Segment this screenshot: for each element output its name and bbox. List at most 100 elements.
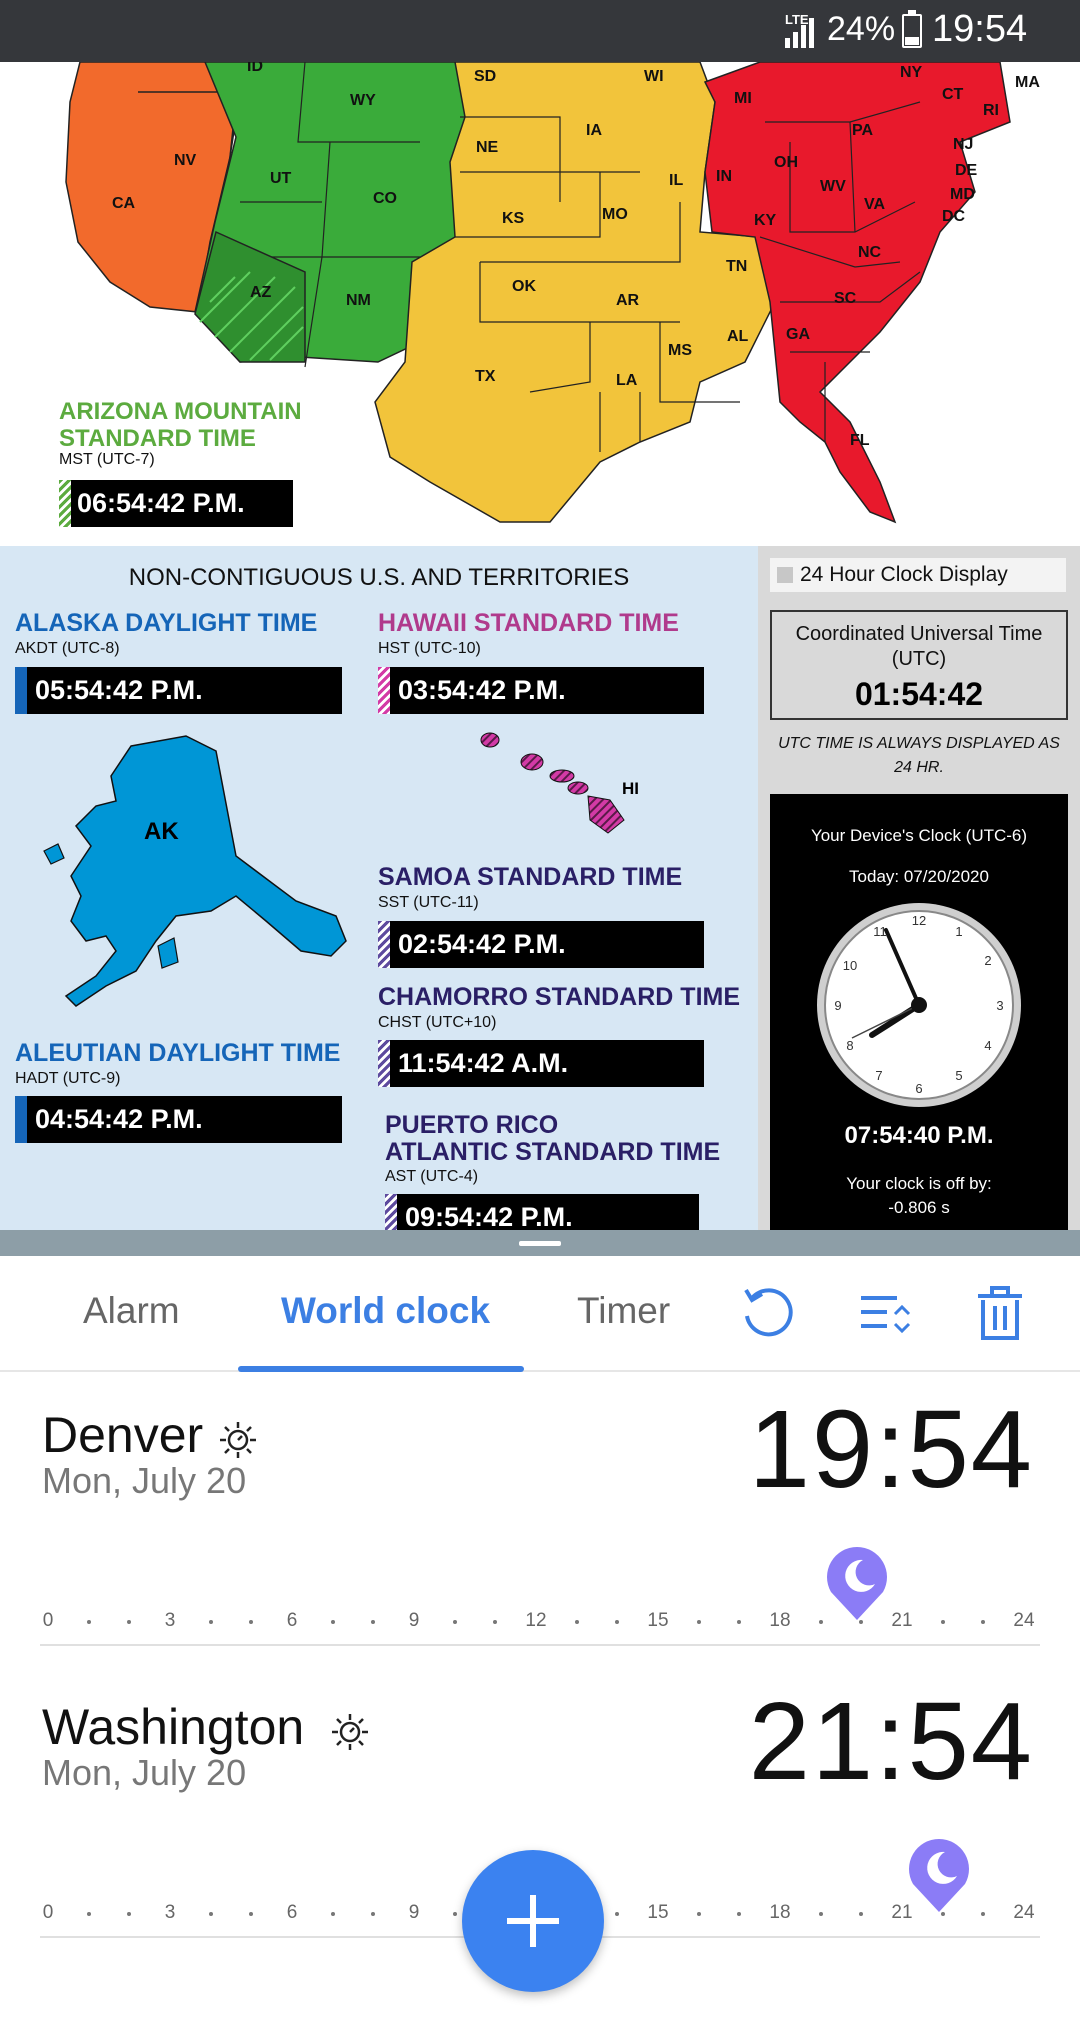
svg-text:2: 2 (984, 953, 991, 968)
svg-text:7: 7 (875, 1068, 882, 1083)
refresh-icon[interactable] (738, 1284, 798, 1344)
hour-tick-label: 15 (647, 1902, 669, 1923)
territories-panel: NON-CONTIGUOUS U.S. AND TERRITORIES ALAS… (0, 546, 758, 1230)
state-label: NE (476, 139, 499, 156)
chamorro-title: CHAMORRO STANDARD TIME (378, 983, 741, 1011)
add-city-button[interactable] (462, 1850, 604, 1992)
state-label: DC (942, 208, 966, 225)
state-label: AZ (250, 284, 272, 301)
svg-text:5: 5 (955, 1068, 962, 1083)
city-date: Mon, July 20 (42, 1460, 247, 1501)
hour-dot (981, 1620, 986, 1624)
hour-dot (330, 1912, 335, 1916)
puerto-rico-title: PUERTO RICO ATLANTIC STANDARD TIME (385, 1111, 721, 1166)
state-label: WV (820, 178, 846, 195)
24-hour-toggle[interactable]: 24 Hour Clock Display (770, 558, 1066, 592)
device-date: Today: 07/20/2020 (849, 867, 989, 886)
tab-timer[interactable]: Timer (577, 1290, 670, 1332)
svg-text:8: 8 (846, 1038, 853, 1053)
hour-tick-label: 21 (891, 1610, 913, 1631)
hour-tick-label: 12 (525, 1610, 547, 1631)
hour-dot (371, 1620, 376, 1624)
hour-dot (86, 1620, 91, 1624)
offset-value: -0.806 s (888, 1198, 950, 1217)
hour-dot (818, 1912, 823, 1916)
state-label: AR (616, 292, 640, 309)
hour-tick-label: 18 (769, 1610, 791, 1631)
state-label: NM (346, 292, 371, 309)
city-row-denver[interactable]: Denver Mon, July 20 19:54 0 3 6 9 12 15 18 21 24 (0, 1388, 1080, 1698)
device-time: 07:54:40 P.M. (844, 1122, 994, 1149)
sort-icon[interactable] (855, 1284, 915, 1344)
svg-text:10: 10 (843, 958, 857, 973)
svg-text:9: 9 (834, 998, 841, 1013)
alaska-abbr: AKDT (UTC-8) (15, 640, 120, 657)
offset-label: Your clock is off by: (846, 1174, 992, 1193)
utc-side-panel: 24 Hour Clock Display Coordinated Univer… (758, 546, 1080, 1230)
state-label: CT (942, 86, 964, 103)
tab-bar: Alarm World clock Timer (0, 1256, 1080, 1372)
svg-text:3: 3 (996, 998, 1003, 1013)
hour-dot (574, 1620, 579, 1624)
hawaii-abbr: HST (UTC-10) (378, 640, 481, 657)
state-label: NJ (953, 136, 974, 153)
territories-heading: NON-CONTIGUOUS U.S. AND TERRITORIES (128, 564, 630, 591)
hawaii-title: HAWAII STANDARD TIME (378, 609, 679, 637)
hour-tick-label: 24 (1013, 1610, 1035, 1631)
aleutian-time: 04:54:42 P.M. (15, 1096, 342, 1143)
sun-icon (220, 1422, 256, 1458)
state-label: WI (644, 68, 664, 85)
device-clock-label: Your Device's Clock (UTC-6) (810, 826, 1028, 845)
split-screen-divider[interactable] (0, 1230, 1080, 1256)
state-label: CO (373, 190, 397, 207)
24-hour-label: 24 Hour Clock Display (800, 563, 1008, 586)
hour-dot (249, 1620, 254, 1624)
delete-icon[interactable] (970, 1284, 1030, 1344)
hour-tick-label: 6 (286, 1902, 298, 1923)
state-label: IL (669, 172, 684, 189)
drag-handle[interactable] (519, 1241, 561, 1246)
chamorro-time: 11:54:42 A.M. (378, 1040, 704, 1087)
city-time: 21:54 (748, 1680, 1034, 1803)
hour-dot (493, 1620, 498, 1624)
hour-dot (940, 1620, 945, 1624)
sun-icon (332, 1714, 368, 1750)
state-label: LA (616, 372, 638, 389)
hour-dot (818, 1620, 823, 1624)
aleutian-title: ALEUTIAN DAYLIGHT TIME (15, 1039, 341, 1067)
hour-dot (737, 1912, 742, 1916)
hour-tick-label: 15 (647, 1610, 669, 1631)
tab-alarm[interactable]: Alarm (83, 1290, 180, 1332)
hour-dot (452, 1912, 457, 1916)
puerto-rico-abbr: AST (UTC-4) (385, 1168, 479, 1185)
state-label: WY (350, 92, 376, 109)
state-label: RI (983, 102, 999, 119)
city-date: Mon, July 20 (42, 1752, 247, 1793)
checkbox-icon[interactable] (777, 567, 793, 583)
analog-clock-icon: 1212 345 678 91011 (817, 903, 1021, 1107)
tab-world-clock[interactable]: World clock (281, 1290, 490, 1332)
alaska-label: AK (144, 818, 179, 845)
hour-dot (615, 1620, 620, 1624)
hour-dot (859, 1912, 864, 1916)
state-label: OK (512, 278, 536, 295)
state-label: AL (727, 328, 749, 345)
utc-time: 01:54:42 (854, 676, 984, 712)
timeline-line (40, 1644, 1040, 1646)
hour-dot (249, 1912, 254, 1916)
city-time: 19:54 (748, 1388, 1034, 1511)
hour-dot (696, 1912, 701, 1916)
samoa-title: SAMOA STANDARD TIME (378, 863, 683, 891)
samoa-time: 02:54:42 P.M. (378, 921, 704, 968)
state-label: KY (754, 212, 777, 229)
state-label: TN (726, 258, 748, 275)
hour-dot (371, 1912, 376, 1916)
hour-tick-label: 0 (42, 1902, 54, 1923)
state-label: VA (864, 196, 886, 213)
alaska-map (43, 735, 347, 1007)
state-label: CA (112, 195, 136, 212)
state-label: MD (950, 186, 975, 203)
arizona-time: 06:54:42 P.M. (59, 480, 293, 527)
hour-dot (330, 1620, 335, 1624)
hour-tick-label: 0 (42, 1610, 54, 1631)
